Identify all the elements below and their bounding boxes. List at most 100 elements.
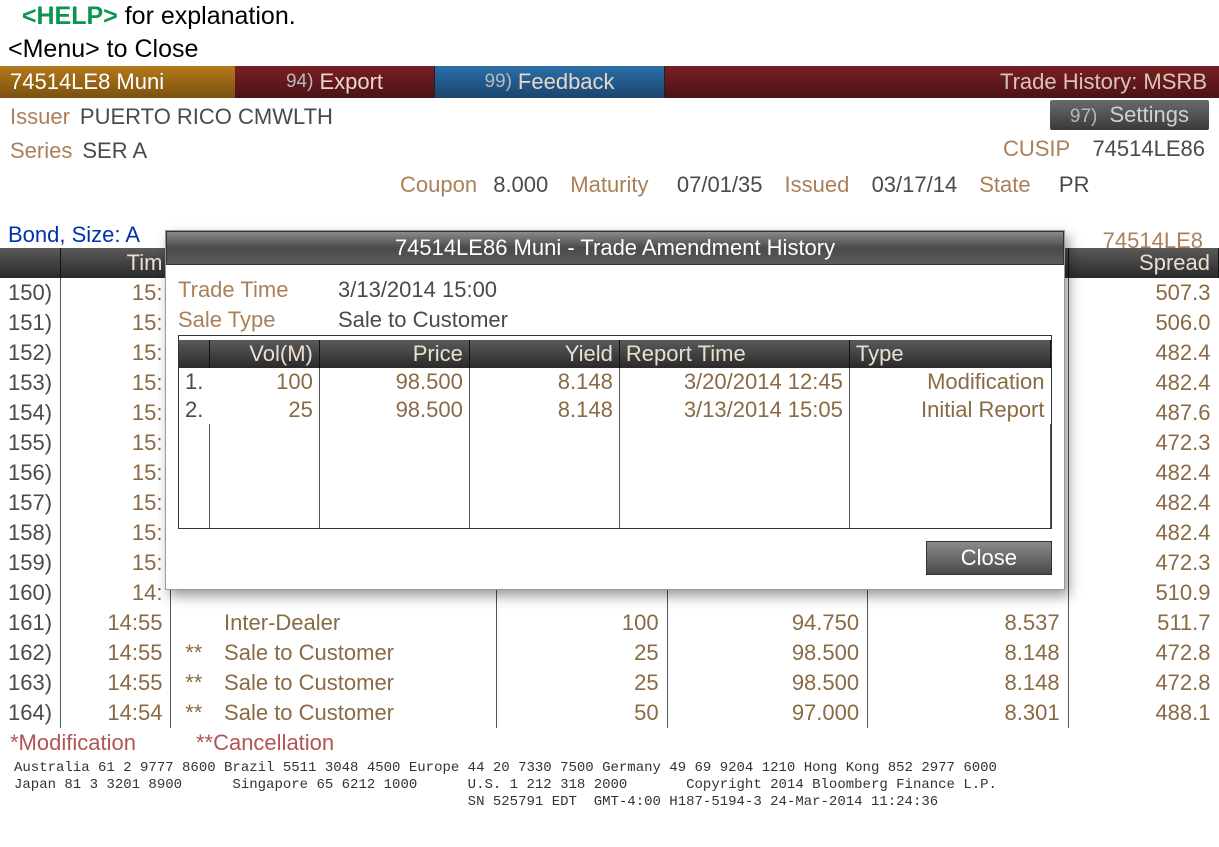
cell-price: 98.500 — [667, 668, 867, 698]
popup-close-button[interactable]: Close — [926, 541, 1052, 575]
maturity-label: Maturity — [570, 172, 648, 197]
cell-yield: 8.148 — [868, 668, 1068, 698]
cell-yield: 8.301 — [868, 698, 1068, 728]
cell-time: 15: — [61, 368, 171, 398]
cusip-value: 74514LE86 — [1092, 136, 1205, 161]
settings-label: Settings — [1110, 102, 1190, 127]
cell-idx: 152) — [0, 338, 61, 368]
amendment-popup: 74514LE86 Muni - Trade Amendment History… — [165, 230, 1065, 590]
export-label: Export — [319, 69, 383, 95]
help-text: for explanation. — [118, 2, 296, 30]
menu-hint[interactable]: <Menu> to Close — [0, 33, 1219, 66]
bond-detail-row: Coupon 8.000 Maturity 07/01/35 Issued 03… — [10, 168, 1209, 202]
popup-trade-time-label: Trade Time — [178, 277, 328, 303]
cell-spread: 482.4 — [1068, 458, 1218, 488]
cell-spread: 472.3 — [1068, 428, 1218, 458]
title-bar: 74514LE8 Muni 94) Export 99) Feedback Tr… — [0, 66, 1219, 98]
popup-row[interactable]: 1.10098.5008.1483/20/2014 12:45Modificat… — [179, 368, 1051, 396]
cell-idx: 154) — [0, 398, 61, 428]
issuer-label: Issuer — [10, 104, 70, 130]
issuer-value: PUERTO RICO CMWLTH — [80, 104, 333, 130]
cell-idx: 160) — [0, 578, 61, 608]
cell-idx: 153) — [0, 368, 61, 398]
legend: *Modification **Cancellation — [0, 728, 1219, 758]
cell-time: 14:55 — [61, 638, 171, 668]
table-row[interactable]: 162)14:55**Sale to Customer2598.5008.148… — [0, 638, 1219, 668]
popup-sale-type-value: Sale to Customer — [338, 307, 508, 333]
cell-spread: 482.4 — [1068, 488, 1218, 518]
cell-mark: ** — [171, 668, 216, 698]
title-right: Trade History: MSRB — [988, 66, 1219, 98]
cell-time: 15: — [61, 548, 171, 578]
popup-table: Vol(M) Price Yield Report Time Type 1.10… — [179, 340, 1051, 529]
cusip-block: CUSIP 74514LE86 — [1003, 136, 1205, 162]
pcell-type: Modification — [849, 368, 1050, 396]
series-value: SER A — [82, 138, 147, 164]
footer: Australia 61 2 9777 8600 Brazil 5511 304… — [0, 758, 1219, 812]
pcell-report-time: 3/13/2014 15:05 — [619, 396, 849, 424]
col-time: Tim — [61, 248, 171, 278]
pcell-type: Initial Report — [849, 396, 1050, 424]
pcell-price: 98.500 — [319, 396, 469, 424]
help-key[interactable]: <HELP> — [22, 2, 118, 30]
table-row[interactable]: 164)14:54**Sale to Customer5097.0008.301… — [0, 698, 1219, 728]
cell-type: Sale to Customer — [216, 698, 497, 728]
cell-idx: 159) — [0, 548, 61, 578]
cell-spread: 487.6 — [1068, 398, 1218, 428]
popup-sale-type-label: Sale Type — [178, 307, 328, 333]
cell-size: 25 — [497, 668, 667, 698]
cell-type: Sale to Customer — [216, 668, 497, 698]
cell-price: 94.750 — [667, 608, 867, 638]
cell-spread: 511.7 — [1068, 608, 1218, 638]
cell-time: 15: — [61, 338, 171, 368]
feedback-button[interactable]: 99) Feedback — [435, 66, 665, 98]
popup-trade-time-value: 3/13/2014 15:00 — [338, 277, 497, 303]
settings-button[interactable]: 97) Settings — [1050, 100, 1209, 130]
cell-spread: 482.4 — [1068, 368, 1218, 398]
pcell-yield: 8.148 — [469, 396, 619, 424]
issued-value: 03/17/14 — [872, 172, 958, 197]
cell-type: Sale to Customer — [216, 638, 497, 668]
cell-size: 100 — [497, 608, 667, 638]
pcell-price: 98.500 — [319, 368, 469, 396]
state-value: PR — [1059, 172, 1090, 197]
pcol-report-time: Report Time — [619, 340, 849, 368]
table-row[interactable]: 163)14:55**Sale to Customer2598.5008.148… — [0, 668, 1219, 698]
cell-spread: 472.3 — [1068, 548, 1218, 578]
cell-idx: 158) — [0, 518, 61, 548]
small-cusip: 74514LE8 — [1103, 228, 1203, 254]
pcol-price: Price — [319, 340, 469, 368]
pcell-vol: 100 — [209, 368, 319, 396]
pcol-idx — [179, 340, 209, 368]
cell-idx: 150) — [0, 278, 61, 308]
export-button[interactable]: 94) Export — [235, 66, 435, 98]
help-hint: <HELP> for explanation. — [0, 0, 1219, 33]
feedback-label: Feedback — [518, 69, 615, 95]
export-num: 94) — [286, 71, 313, 93]
cell-spread: 482.4 — [1068, 518, 1218, 548]
maturity-value: 07/01/35 — [677, 172, 763, 197]
title-spacer — [665, 66, 988, 98]
header-info: Issuer PUERTO RICO CMWLTH Series SER A 9… — [0, 98, 1219, 204]
cell-idx: 157) — [0, 488, 61, 518]
cell-time: 15: — [61, 398, 171, 428]
series-label: Series — [10, 138, 72, 164]
cell-idx: 151) — [0, 308, 61, 338]
pcol-vol: Vol(M) — [209, 340, 319, 368]
cell-idx: 156) — [0, 458, 61, 488]
cell-time: 14:54 — [61, 698, 171, 728]
cell-time: 15: — [61, 428, 171, 458]
cell-price: 98.500 — [667, 638, 867, 668]
cell-yield: 8.148 — [868, 638, 1068, 668]
cell-idx: 162) — [0, 638, 61, 668]
popup-row[interactable]: 2.2598.5008.1483/13/2014 15:05Initial Re… — [179, 396, 1051, 424]
table-row[interactable]: 161)14:55Inter-Dealer10094.7508.537511.7 — [0, 608, 1219, 638]
footer-line-2: Japan 81 3 3201 8900 Singapore 65 6212 1… — [14, 777, 1205, 794]
pcell-idx: 2. — [179, 396, 209, 424]
cell-time: 15: — [61, 278, 171, 308]
cell-spread: 472.8 — [1068, 638, 1218, 668]
col-idx — [0, 248, 61, 278]
cell-time: 14:55 — [61, 668, 171, 698]
footer-line-3: SN 525791 EDT GMT-4:00 H187-5194-3 24-Ma… — [14, 794, 1205, 811]
pcell-vol: 25 — [209, 396, 319, 424]
